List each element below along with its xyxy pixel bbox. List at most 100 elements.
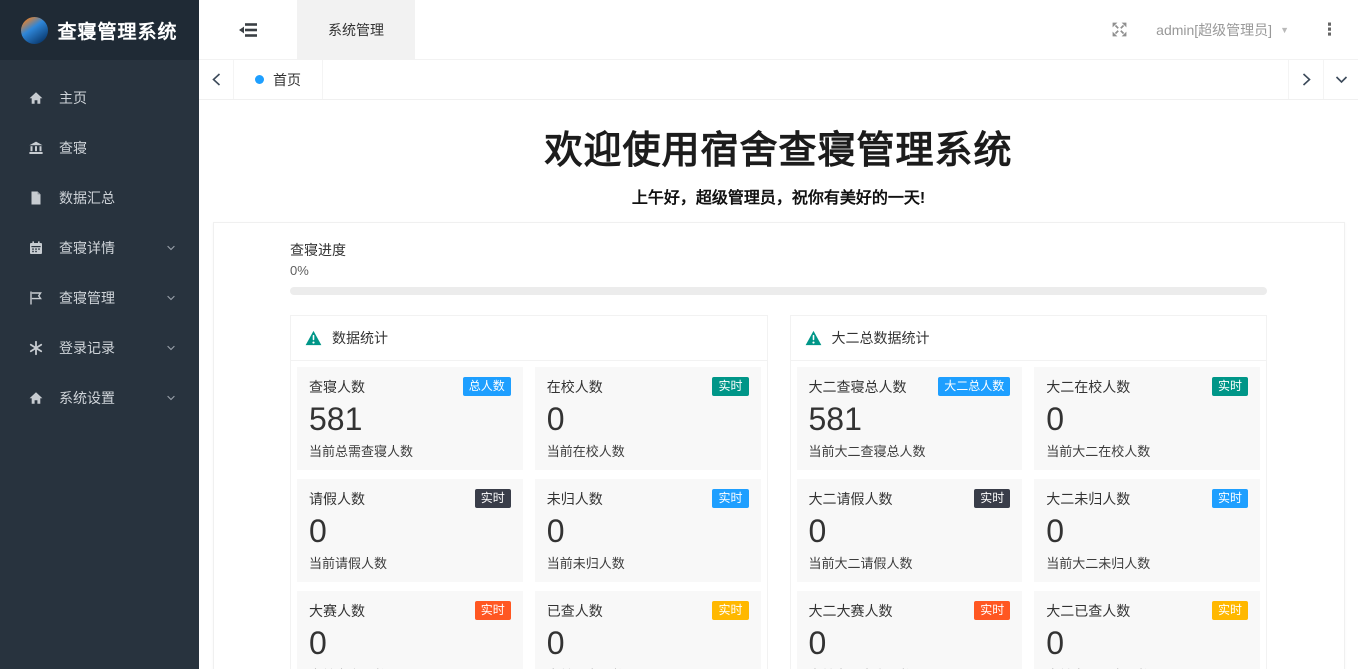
- nav-tab-system-management[interactable]: 系统管理: [297, 0, 415, 59]
- stat-card: 请假人数 实时 0 当前请假人数: [297, 479, 523, 582]
- more-options-icon[interactable]: ⋮: [1317, 20, 1342, 40]
- status-badge: 实时: [1212, 601, 1248, 620]
- asterisk-icon: [28, 340, 44, 356]
- stat-caption: 当前大二已查人数: [1046, 665, 1248, 669]
- stat-caption: 当前已查人数: [547, 665, 749, 669]
- stat-value: 0: [1046, 513, 1248, 550]
- sidebar-item[interactable]: 查寝管理: [0, 273, 199, 323]
- stat-card: 大二已查人数 实时 0 当前大二已查人数: [1034, 591, 1260, 669]
- sidebar-item-label: 系统设置: [59, 388, 115, 408]
- stat-card: 大二未归人数 实时 0 当前大二未归人数: [1034, 479, 1260, 582]
- chevron-right-icon: [1300, 72, 1313, 87]
- sidebar-item-label: 数据汇总: [59, 188, 115, 208]
- warning-triangle-icon: [805, 330, 822, 346]
- inspection-progress-bar: [290, 287, 1267, 295]
- chevron-down-icon: ▼: [1280, 25, 1289, 35]
- top-header: 查寝管理系统 系统管理: [0, 0, 1358, 60]
- stat-value: 0: [1046, 625, 1248, 662]
- progress-percent: 0%: [290, 263, 1267, 278]
- sidebar-item[interactable]: 数据汇总: [0, 173, 199, 223]
- sidebar-item[interactable]: 系统设置: [0, 373, 199, 423]
- status-badge: 实时: [712, 601, 748, 620]
- stat-card-title: 已查人数: [547, 601, 603, 621]
- sidebar-item-label: 主页: [59, 88, 87, 108]
- chevron-down-icon: [165, 392, 177, 404]
- tab-home[interactable]: 首页: [234, 60, 323, 99]
- stat-caption: 当前大赛人数: [309, 665, 511, 669]
- stat-card-title: 查寝人数: [309, 377, 365, 397]
- chevron-down-icon: [1334, 73, 1349, 86]
- app-title: 查寝管理系统: [57, 17, 177, 44]
- tabs-menu-button[interactable]: [1323, 60, 1358, 99]
- fullscreen-icon[interactable]: [1111, 21, 1128, 38]
- active-tab-dot: [255, 75, 264, 84]
- stat-value: 0: [547, 401, 749, 438]
- stat-card-title: 大二查寝总人数: [809, 377, 907, 397]
- collapse-sidebar-button[interactable]: [199, 0, 297, 59]
- dashboard-card: 查寝进度 0% 数据统计 查寝人数 总人数 581 当前总需查寝人数 在校人数 …: [213, 222, 1345, 669]
- page-title: 欢迎使用宿舍查寝管理系统: [199, 119, 1358, 174]
- tabs-scroll-right-button[interactable]: [1288, 60, 1323, 99]
- sidebar-item[interactable]: 主页: [0, 73, 199, 123]
- stats-panel: 大二总数据统计 大二查寝总人数 大二总人数 581 当前大二查寝总人数 大二在校…: [790, 315, 1268, 669]
- status-badge: 大二总人数: [938, 377, 1010, 396]
- stat-card: 已查人数 实时 0 当前已查人数: [535, 591, 761, 669]
- stat-value: 0: [1046, 401, 1248, 438]
- panel-title: 数据统计: [332, 328, 388, 348]
- chevron-down-icon: [165, 292, 177, 304]
- tab-home-label: 首页: [273, 70, 301, 90]
- status-badge: 实时: [974, 489, 1010, 508]
- flag-icon: [28, 290, 44, 306]
- top-navbar: 系统管理 admin[超级管理员]: [199, 0, 1358, 60]
- tabs-spacer: [323, 60, 1288, 99]
- sidebar-item-label: 查寝管理: [59, 288, 115, 308]
- sidebar-item[interactable]: 登录记录: [0, 323, 199, 373]
- tabs-scroll-left-button[interactable]: [199, 60, 234, 99]
- stat-caption: 当前请假人数: [309, 553, 511, 572]
- stat-card: 在校人数 实时 0 当前在校人数: [535, 367, 761, 470]
- stat-card-title: 大二在校人数: [1046, 377, 1130, 397]
- chevron-down-icon: [165, 242, 177, 254]
- stats-panels: 数据统计 查寝人数 总人数 581 当前总需查寝人数 在校人数 实时 0 当前在…: [290, 315, 1267, 669]
- stat-value: 581: [809, 401, 1011, 438]
- stat-caption: 当前在校人数: [547, 441, 749, 460]
- main-content: 欢迎使用宿舍查寝管理系统 上午好，超级管理员，祝你有美好的一天! 查寝进度 0%…: [199, 100, 1358, 669]
- sidebar-item[interactable]: 查寝: [0, 123, 199, 173]
- collapse-menu-icon: [239, 22, 258, 38]
- status-badge: 总人数: [463, 377, 511, 396]
- logo-icon: [21, 17, 48, 44]
- stat-value: 0: [809, 513, 1011, 550]
- chevron-down-icon: [165, 342, 177, 354]
- stat-value: 0: [547, 625, 749, 662]
- panel-title: 大二总数据统计: [832, 328, 930, 348]
- welcome-greeting: 上午好，超级管理员，祝你有美好的一天!: [199, 184, 1358, 208]
- stat-caption: 当前大二查寝总人数: [809, 441, 1011, 460]
- stat-card: 大二在校人数 实时 0 当前大二在校人数: [1034, 367, 1260, 470]
- username-label: admin[超级管理员]: [1156, 20, 1272, 40]
- stat-card-title: 大二未归人数: [1046, 489, 1130, 509]
- topbar-right: admin[超级管理员] ▼ ⋮: [1111, 0, 1358, 59]
- stat-card: 查寝人数 总人数 581 当前总需查寝人数: [297, 367, 523, 470]
- stat-card: 大二查寝总人数 大二总人数 581 当前大二查寝总人数: [797, 367, 1023, 470]
- tabs-bar: 首页: [199, 60, 1358, 100]
- warning-triangle-icon: [305, 330, 322, 346]
- stat-card-title: 在校人数: [547, 377, 603, 397]
- status-badge: 实时: [475, 489, 511, 508]
- status-badge: 实时: [712, 377, 748, 396]
- stat-cards-grid: 查寝人数 总人数 581 当前总需查寝人数 在校人数 实时 0 当前在校人数 请…: [291, 361, 767, 669]
- progress-label: 查寝进度: [290, 240, 1267, 260]
- user-menu[interactable]: admin[超级管理员] ▼: [1156, 20, 1289, 40]
- sidebar-item[interactable]: 查寝详情: [0, 223, 199, 273]
- home-icon: [28, 390, 44, 406]
- stat-card-title: 请假人数: [309, 489, 365, 509]
- stat-caption: 当前总需查寝人数: [309, 441, 511, 460]
- stat-card: 未归人数 实时 0 当前未归人数: [535, 479, 761, 582]
- sidebar-item-label: 登录记录: [59, 338, 115, 358]
- stat-caption: 当前未归人数: [547, 553, 749, 572]
- chevron-left-icon: [210, 72, 223, 87]
- app-logo: 查寝管理系统: [0, 0, 199, 60]
- document-icon: [28, 190, 44, 206]
- stat-card-title: 大二已查人数: [1046, 601, 1130, 621]
- status-badge: 实时: [1212, 489, 1248, 508]
- stat-card: 大二请假人数 实时 0 当前大二请假人数: [797, 479, 1023, 582]
